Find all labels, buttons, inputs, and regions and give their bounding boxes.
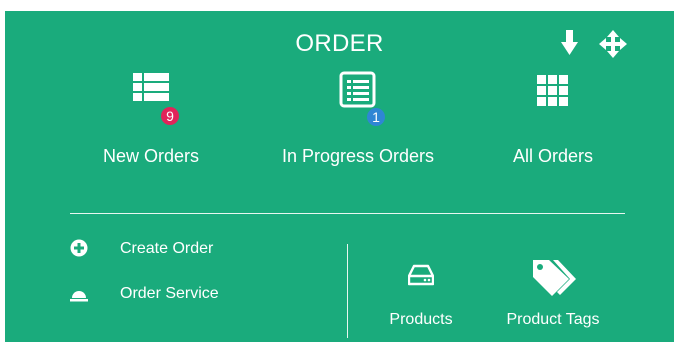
tile-in-progress-orders[interactable]: 1 In Progress Orders — [258, 71, 458, 171]
move-button[interactable] — [597, 29, 629, 59]
plus-circle-icon — [70, 239, 88, 257]
create-order-action[interactable]: Create Order — [70, 239, 250, 261]
dome-icon — [70, 291, 88, 302]
product-tags-link[interactable]: Product Tags — [493, 260, 613, 333]
section-divider — [70, 213, 625, 214]
products-link[interactable]: Products — [381, 261, 461, 333]
action-label: Create Order — [120, 240, 214, 257]
list-alt-icon — [339, 71, 376, 108]
tile-label: New Orders — [102, 146, 200, 166]
tags-icon — [533, 260, 576, 296]
drive-icon — [408, 264, 434, 286]
grid-icon — [537, 75, 568, 106]
tile-label: All Orders — [512, 146, 593, 166]
order-panel: ORDER 9 New Orders 1 In Progress Orders … — [5, 11, 674, 342]
new-orders-badge: 9 — [161, 107, 179, 125]
move-arrows-icon — [599, 30, 627, 58]
table-list-icon — [133, 73, 169, 101]
download-button[interactable] — [557, 29, 583, 59]
link-label: Products — [389, 311, 453, 328]
arrow-down-icon — [561, 30, 578, 55]
vertical-divider — [347, 244, 348, 338]
action-label: Order Service — [120, 285, 219, 302]
tile-new-orders[interactable]: 9 New Orders — [51, 71, 251, 171]
tile-label: In Progress Orders — [281, 146, 435, 166]
link-label: Product Tags — [506, 311, 600, 328]
order-service-action[interactable]: Order Service — [70, 284, 250, 306]
tile-all-orders[interactable]: All Orders — [453, 71, 653, 171]
in-progress-badge: 1 — [367, 108, 385, 126]
